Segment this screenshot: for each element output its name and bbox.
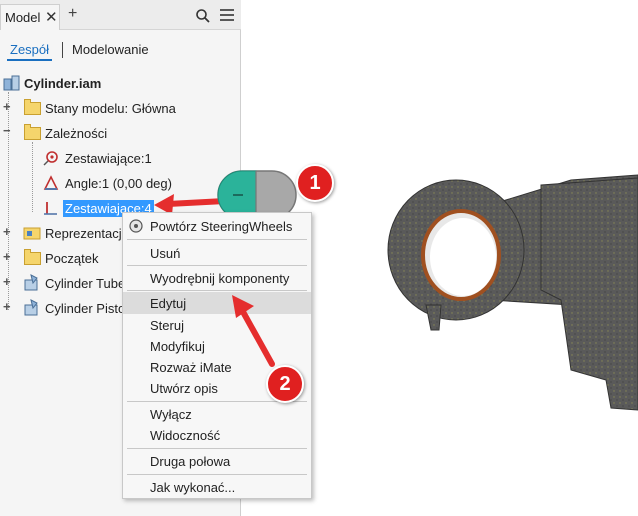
tree-item-representations[interactable]: + Reprezentacje	[0, 222, 122, 244]
add-tab-icon[interactable]: +	[68, 6, 77, 22]
tree-item-label: Stany modelu: Główna	[45, 101, 176, 116]
menu-item-label: Wyłącz	[150, 407, 192, 422]
arrow-annotation-2	[232, 295, 275, 367]
browser-subtabs: Zespół Modelowanie	[0, 34, 241, 64]
menu-item-label: Powtórz SteeringWheels	[150, 219, 293, 234]
menu-item-suppress[interactable]: Wyłącz	[123, 403, 311, 425]
subtab-assembly[interactable]: Zespół	[6, 42, 53, 61]
menu-item-visibility[interactable]: Widoczność	[123, 424, 311, 446]
menu-item-label: Modyfikuj	[150, 339, 205, 354]
menu-item-label: Jak wykonać...	[150, 480, 236, 495]
menu-item-label: Wyodrębnij komponenty	[150, 271, 290, 286]
tree-item-origin[interactable]: + Początek	[0, 247, 122, 269]
tree-root-label: Cylinder.iam	[24, 76, 102, 91]
subtab-divider	[62, 42, 63, 58]
tree-item-constraint-1[interactable]: Zestawiające:1	[0, 147, 241, 169]
menu-item-label: Widoczność	[150, 428, 221, 443]
steeringwheels-icon	[129, 219, 143, 233]
close-icon[interactable]: ✕	[45, 8, 58, 26]
menu-item-label: Usuń	[150, 246, 181, 261]
collapse-icon[interactable]: −	[3, 123, 11, 138]
tree-item-label: Cylinder Piston	[45, 301, 122, 316]
menu-item-label: Rozważ iMate	[150, 360, 232, 375]
subtab-modeling[interactable]: Modelowanie	[72, 42, 149, 57]
part-icon	[24, 299, 38, 316]
expand-icon[interactable]: +	[3, 274, 11, 289]
tree-item-label: Zestawiające:1	[65, 151, 152, 166]
part-icon	[24, 274, 38, 291]
step-badge-1: 1	[296, 164, 334, 202]
tree-item-relationships[interactable]: − Zależności	[0, 122, 241, 144]
menu-item-label: Edytuj	[150, 296, 187, 311]
representations-icon	[23, 227, 41, 240]
tree-item-label: Początek	[45, 251, 99, 266]
menu-item-repeat-steeringwheels[interactable]: Powtórz SteeringWheels	[123, 215, 311, 237]
expand-icon[interactable]: +	[3, 249, 11, 264]
tree-item-cylinder-tube[interactable]: + Cylinder Tube	[0, 272, 122, 294]
menu-item-how-to[interactable]: Jak wykonać...	[123, 476, 311, 498]
menu-separator	[127, 448, 307, 449]
tree-item-label: Zależności	[45, 126, 108, 141]
angle-constraint-icon	[43, 175, 59, 190]
tree-item-label: Reprezentacje	[45, 226, 122, 241]
menu-item-other-half[interactable]: Druga połowa	[123, 450, 311, 472]
folder-icon	[24, 99, 41, 115]
tree-root[interactable]: Cylinder.iam	[0, 72, 241, 94]
tab-model[interactable]: Model ✕	[0, 4, 60, 30]
menu-item-extract-components[interactable]: Wyodrębnij komponenty	[123, 267, 311, 289]
menu-item-label: Steruj	[150, 318, 184, 333]
assembly-icon	[3, 75, 20, 91]
menu-item-delete[interactable]: Usuń	[123, 242, 311, 264]
folder-open-icon	[24, 124, 41, 140]
folder-icon	[24, 249, 41, 265]
menu-separator	[127, 239, 307, 240]
expand-icon[interactable]: +	[3, 299, 11, 314]
menu-separator	[127, 265, 307, 266]
browser-topbar: Model ✕ +	[0, 0, 241, 30]
menu-item-label: Utwórz opis	[150, 381, 218, 396]
menu-item-label: Druga połowa	[150, 454, 231, 469]
tree-item-cylinder-piston[interactable]: + Cylinder Piston	[0, 297, 122, 319]
menu-icon[interactable]	[220, 9, 234, 21]
expand-icon[interactable]: +	[3, 99, 11, 114]
expand-icon[interactable]: +	[3, 224, 11, 239]
tree-item-model-states[interactable]: + Stany modelu: Główna	[0, 97, 241, 119]
tree-item-label: Cylinder Tube	[45, 276, 122, 291]
tab-model-label: Model	[5, 10, 41, 25]
constraint-icon	[44, 202, 57, 215]
search-icon[interactable]	[196, 9, 210, 23]
mate-constraint-icon	[43, 151, 58, 166]
step-badge-2: 2	[266, 365, 304, 403]
menu-separator	[127, 474, 307, 475]
menu-separator	[127, 290, 307, 291]
